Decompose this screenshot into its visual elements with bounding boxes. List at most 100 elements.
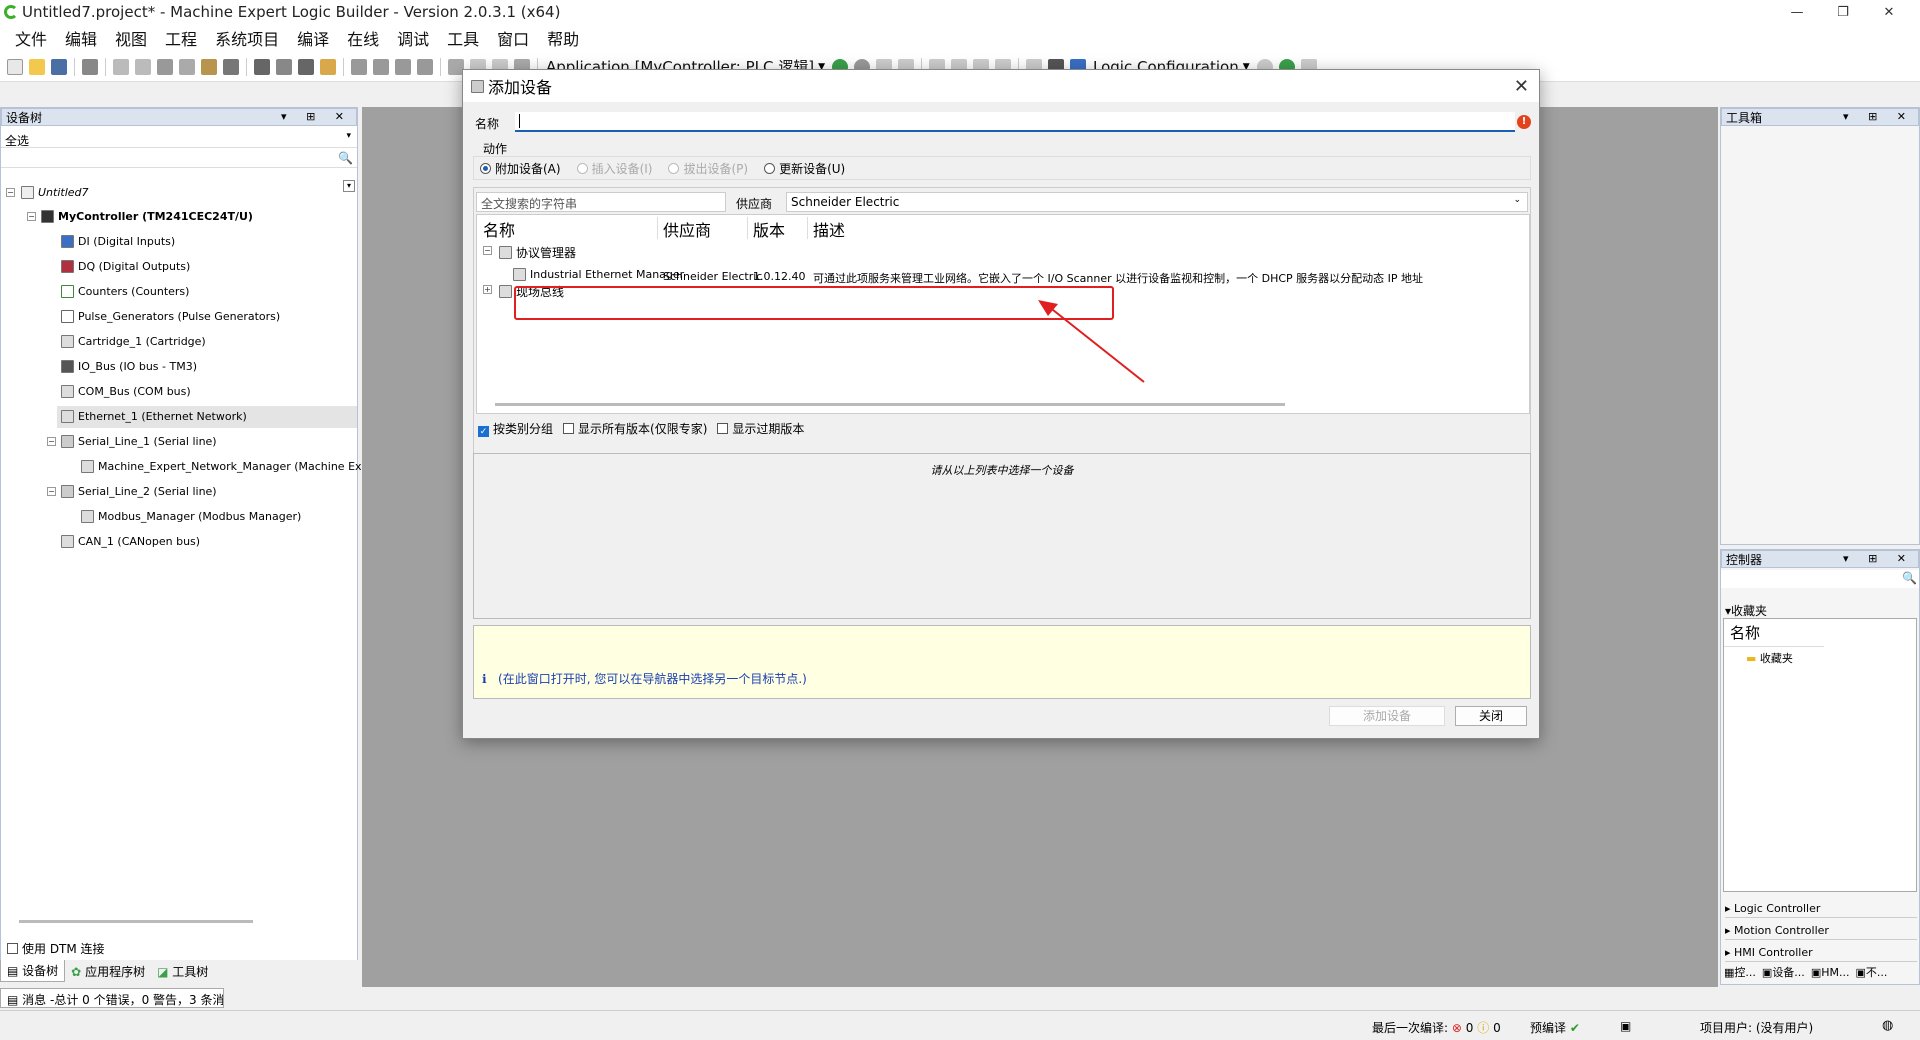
menu-online[interactable]: 在线 bbox=[347, 26, 379, 50]
tree-search-input[interactable]: 🔍 bbox=[1, 150, 357, 168]
tab-application-tree[interactable]: ✿ 应用程序树 bbox=[65, 961, 151, 982]
tree-item-dq[interactable]: DQ (Digital Outputs) bbox=[61, 260, 190, 273]
category-motion-controller[interactable]: ▸ Motion Controller bbox=[1725, 922, 1917, 940]
collapse-icon[interactable]: − bbox=[483, 246, 492, 255]
tree-item-di[interactable]: DI (Digital Inputs) bbox=[61, 235, 175, 248]
radio-icon bbox=[576, 162, 588, 174]
filter-select[interactable]: 全选 ▾ bbox=[1, 130, 357, 148]
new-file-icon[interactable] bbox=[7, 58, 23, 75]
bookmark-clear-icon[interactable] bbox=[417, 58, 433, 75]
favorites-folder[interactable]: ▬ 收藏夹 bbox=[1724, 647, 1916, 669]
search-icon[interactable]: 🔍 bbox=[338, 151, 353, 165]
tree-item-counters[interactable]: Counters (Counters) bbox=[61, 285, 189, 298]
menu-view[interactable]: 视图 bbox=[115, 26, 147, 50]
tree-item-serial-2[interactable]: Serial_Line_2 (Serial line) bbox=[61, 485, 217, 498]
panel-controls[interactable]: ▾ ⊞ ✕ bbox=[1843, 552, 1914, 565]
find-replace-icon[interactable] bbox=[320, 58, 336, 75]
horizontal-scrollbar[interactable] bbox=[19, 920, 253, 923]
cut-icon[interactable] bbox=[157, 58, 173, 75]
open-folder-icon[interactable] bbox=[29, 58, 45, 75]
tree-menu-button[interactable]: ▾ bbox=[343, 180, 355, 192]
device-name-input[interactable] bbox=[515, 112, 1515, 132]
tree-item-cartridge[interactable]: Cartridge_1 (Cartridge) bbox=[61, 335, 206, 348]
replace-icon[interactable] bbox=[298, 58, 314, 75]
tab-tool-tree[interactable]: ◪ 工具树 bbox=[151, 961, 214, 982]
menu-project[interactable]: 工程 bbox=[165, 26, 197, 50]
show-outdated-checkbox[interactable]: 显示过期版本 bbox=[717, 420, 804, 437]
tree-item-controller[interactable]: MyController (TM241CEC24T/U) bbox=[41, 210, 253, 223]
collapse-icon[interactable]: − bbox=[27, 212, 36, 221]
print-icon[interactable] bbox=[82, 58, 98, 75]
tree-item-pulse-generators[interactable]: Pulse_Generators (Pulse Generators) bbox=[61, 310, 280, 323]
tab-controller[interactable]: ▦控... bbox=[1724, 964, 1756, 980]
minimize-button[interactable]: — bbox=[1774, 0, 1820, 24]
security-icon[interactable]: ◍ bbox=[1882, 1018, 1893, 1033]
tree-item-serial-1[interactable]: Serial_Line_1 (Serial line) bbox=[61, 435, 217, 448]
dialog-close-icon[interactable]: ✕ bbox=[1514, 76, 1529, 97]
column-name[interactable]: 名称 bbox=[483, 217, 515, 241]
tree-item-com-bus[interactable]: COM_Bus (COM bus) bbox=[61, 385, 191, 398]
close-dialog-button[interactable]: 关闭 bbox=[1455, 706, 1527, 726]
menu-edit[interactable]: 编辑 bbox=[65, 26, 97, 50]
menu-file[interactable]: 文件 bbox=[15, 26, 47, 50]
bookmark-prev-icon[interactable] bbox=[395, 58, 411, 75]
panel-controls[interactable]: ▾ ⊞ ✕ bbox=[1843, 110, 1914, 123]
menu-debug[interactable]: 调试 bbox=[397, 26, 429, 50]
category-hmi-controller[interactable]: ▸ HMI Controller bbox=[1725, 944, 1917, 962]
expand-icon[interactable]: + bbox=[483, 285, 492, 294]
maximize-button[interactable]: ❐ bbox=[1820, 0, 1866, 24]
bookmark-icon[interactable] bbox=[351, 58, 367, 75]
vendor-select[interactable]: Schneider Electric ⌄ bbox=[786, 192, 1528, 212]
tree-item-project[interactable]: Untitled7 bbox=[21, 186, 89, 199]
paste-icon[interactable] bbox=[201, 58, 217, 75]
tab-other[interactable]: ▣不... bbox=[1855, 964, 1887, 980]
column-vendor[interactable]: 供应商 bbox=[663, 217, 711, 241]
controller-search-input[interactable]: 🔍 bbox=[1721, 570, 1919, 588]
find-icon[interactable] bbox=[254, 58, 270, 75]
group-protocol-managers[interactable]: 协议管理器 bbox=[499, 244, 576, 261]
menu-help[interactable]: 帮助 bbox=[547, 26, 579, 50]
menu-window[interactable]: 窗口 bbox=[497, 26, 529, 50]
close-window-button[interactable]: ✕ bbox=[1866, 0, 1912, 24]
tab-devices[interactable]: ▣设备... bbox=[1762, 964, 1805, 980]
redo-icon[interactable] bbox=[135, 58, 151, 75]
copy-icon[interactable] bbox=[179, 58, 195, 75]
menu-system[interactable]: 系统项目 bbox=[215, 26, 279, 50]
tree-item-modbus-manager[interactable]: Modbus_Manager (Modbus Manager) bbox=[81, 510, 301, 523]
tree-item-io-bus[interactable]: IO_Bus (IO bus - TM3) bbox=[61, 360, 197, 373]
collapse-icon[interactable]: − bbox=[6, 188, 15, 197]
delete-icon[interactable] bbox=[223, 58, 239, 75]
horizontal-scrollbar[interactable] bbox=[495, 403, 1285, 406]
tree-item-ethernet[interactable]: Ethernet_1 (Ethernet Network) bbox=[61, 410, 247, 423]
undo-icon[interactable] bbox=[113, 58, 129, 75]
menu-build[interactable]: 编译 bbox=[297, 26, 329, 50]
column-description[interactable]: 描述 bbox=[813, 217, 845, 241]
tree-item-network-manager[interactable]: Machine_Expert_Network_Manager (Machine … bbox=[81, 460, 388, 473]
collapse-icon[interactable]: − bbox=[47, 487, 56, 496]
column-version[interactable]: 版本 bbox=[753, 217, 785, 241]
messages-tab[interactable]: ▤ 消息 -总计 0 个错误，0 警告，3 条消息 bbox=[0, 988, 224, 1008]
tree-item-can[interactable]: CAN_1 (CANopen bus) bbox=[61, 535, 200, 548]
tab-hmi[interactable]: ▣HM... bbox=[1811, 966, 1850, 979]
collapse-icon[interactable]: − bbox=[47, 437, 56, 446]
add-device-button[interactable]: 添加设备 bbox=[1329, 706, 1445, 726]
save-icon[interactable] bbox=[51, 58, 67, 75]
group-by-category-checkbox[interactable]: ✓ 按类别分组 bbox=[478, 420, 553, 437]
favorites-group[interactable]: ▾收藏夹 bbox=[1725, 602, 1767, 619]
radio-append-device[interactable]: 附加设备(A) bbox=[480, 160, 561, 177]
full-text-search-input[interactable]: 全文搜索的字符串 bbox=[476, 192, 726, 212]
annotation-arrow bbox=[1038, 300, 1145, 383]
device-row-industrial-ethernet-manager[interactable]: Industrial Ethernet Manager Schneider El… bbox=[505, 265, 1529, 285]
last-compile-status: 最后一次编译: ⊗ 0 ⓘ 0 bbox=[1372, 1021, 1501, 1035]
dtm-checkbox[interactable]: 使用 DTM 连接 bbox=[7, 940, 105, 957]
find-next-icon[interactable] bbox=[276, 58, 292, 75]
search-icon[interactable]: 🔍 bbox=[1902, 571, 1917, 585]
category-logic-controller[interactable]: ▸ Logic Controller bbox=[1725, 900, 1917, 918]
menu-tools[interactable]: 工具 bbox=[447, 26, 479, 50]
panel-controls[interactable]: ▾ ⊞ ✕ bbox=[281, 110, 352, 123]
radio-update-device[interactable]: 更新设备(U) bbox=[764, 160, 845, 177]
bookmark-next-icon[interactable] bbox=[373, 58, 389, 75]
show-all-versions-checkbox[interactable]: 显示所有版本(仅限专家) bbox=[563, 420, 707, 437]
controller-panel: 控制器 ▾ ⊞ ✕ 🔍 ▾收藏夹 名称 ▬ 收藏夹 ▸ Logic Control… bbox=[1720, 549, 1920, 985]
tab-device-tree[interactable]: ▤ 设备树 bbox=[0, 960, 66, 982]
